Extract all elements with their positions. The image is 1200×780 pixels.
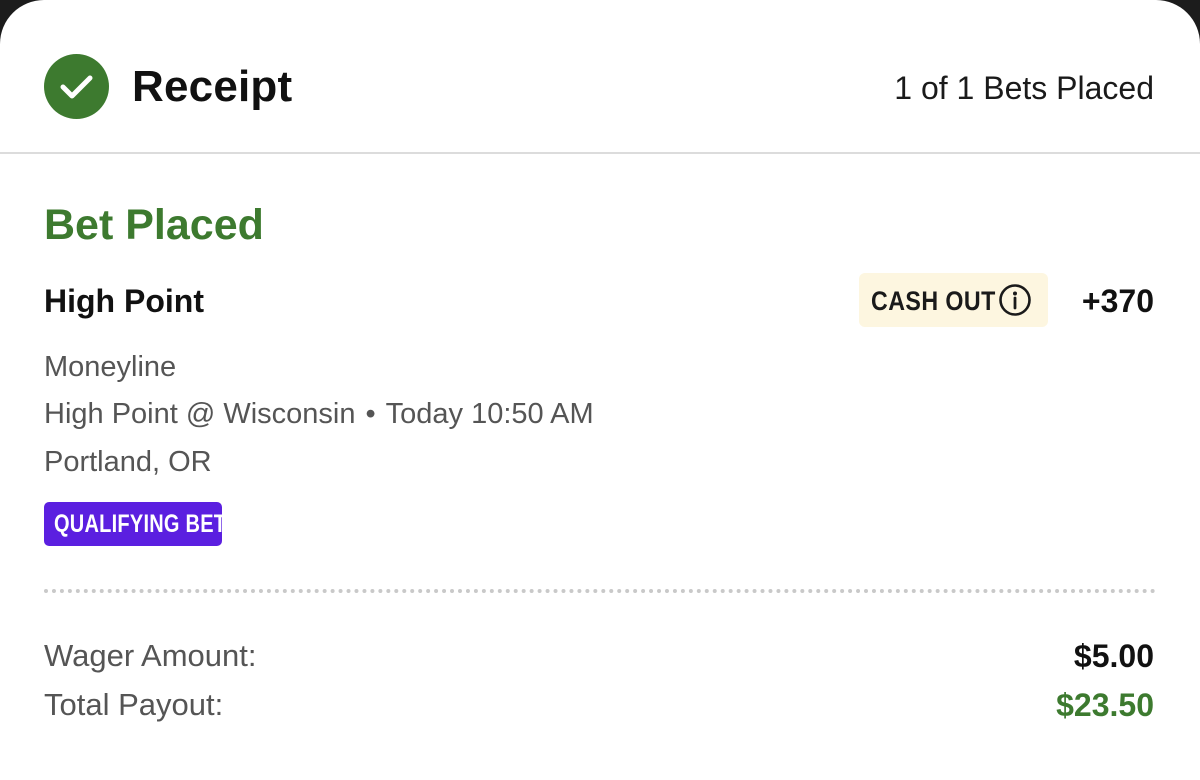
event-separator: • (365, 398, 376, 430)
page-title: Receipt (132, 62, 293, 111)
selection-name: High Point (44, 283, 204, 319)
receipt-header: Receipt 1 of 1 Bets Placed (0, 0, 1200, 154)
qualifying-bet-label: QUALIFYING BET (54, 510, 227, 538)
bet-status: Bet Placed (44, 201, 264, 249)
cash-out-label: CASH OUT (871, 286, 996, 316)
event-location: Portland, OR (44, 446, 212, 478)
event-teams: High Point @ Wisconsin (44, 398, 356, 430)
wager-amount-label: Wager Amount: (44, 638, 257, 673)
qualifying-bet-badge: QUALIFYING BET (44, 502, 226, 546)
dotted-divider (44, 589, 1156, 593)
bets-placed-count: 1 of 1 Bets Placed (894, 70, 1154, 106)
total-payout-value: $23.50 (1056, 687, 1154, 723)
receipt-card: Receipt 1 of 1 Bets Placed Bet Placed Hi… (0, 0, 1200, 780)
wager-amount-value: $5.00 (1073, 638, 1154, 674)
cash-out-button[interactable]: CASH OUT (859, 273, 1048, 327)
info-icon[interactable] (998, 283, 1032, 317)
market-type: Moneyline (44, 351, 177, 383)
event-time: Today 10:50 AM (385, 398, 594, 430)
odds-value: +370 (1081, 283, 1154, 319)
total-payout-label: Total Payout: (44, 687, 224, 722)
event-info: High Point @ Wisconsin • Today 10:50 AM (44, 396, 594, 432)
check-icon (44, 54, 109, 119)
